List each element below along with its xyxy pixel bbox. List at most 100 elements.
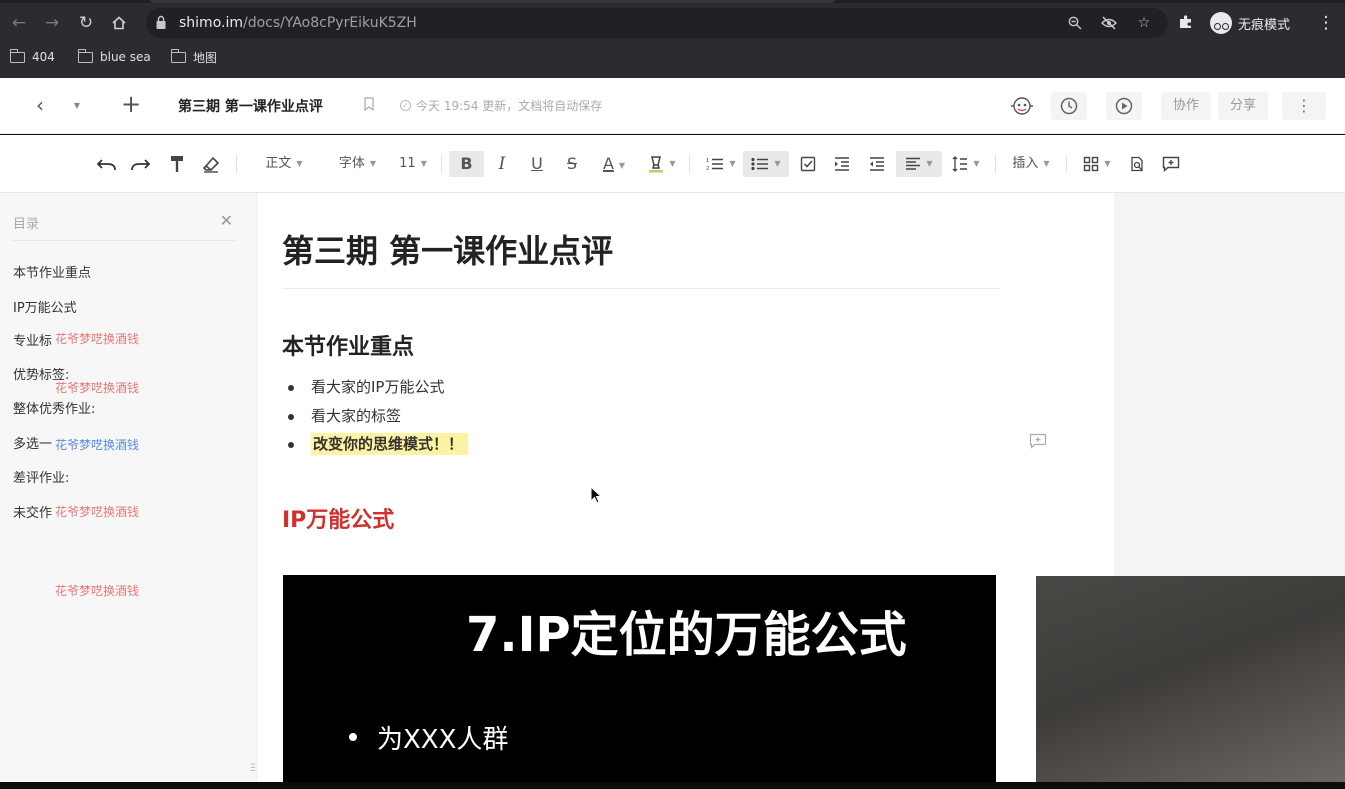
- star-icon[interactable]: ☆: [1133, 12, 1155, 34]
- history-dropdown-icon[interactable]: ▼: [70, 92, 84, 120]
- outline-title: 目录: [13, 217, 40, 232]
- bookmark-folder-map[interactable]: 地图: [170, 47, 217, 67]
- bookmark-folder-404[interactable]: 404: [9, 47, 55, 67]
- zoom-icon[interactable]: [1064, 12, 1086, 34]
- section-heading-ip-formula[interactable]: IP万能公式: [282, 502, 394, 534]
- active-tab[interactable]: [150, 0, 835, 3]
- screen-bottom-edge: [0, 782, 1345, 789]
- present-play-icon[interactable]: [1106, 92, 1142, 120]
- outline-item-professional-tag[interactable]: 专业标: [13, 330, 52, 349]
- bold-button[interactable]: B: [449, 151, 484, 177]
- bullet-list-icon: [751, 157, 769, 171]
- svg-text:1: 1: [706, 158, 709, 164]
- align-dropdown[interactable]: ▼: [896, 151, 942, 177]
- grid-icon: [1084, 156, 1099, 172]
- ordered-list-dropdown[interactable]: 1 2 ▼: [700, 151, 742, 177]
- clear-format-eraser-icon[interactable]: [199, 151, 223, 177]
- folder-icon: [9, 48, 25, 63]
- font-color-dropdown[interactable]: A ▼: [594, 151, 634, 177]
- inline-comment-icon[interactable]: [1029, 433, 1047, 449]
- outline-item-ip-formula[interactable]: IP万能公式: [13, 297, 77, 316]
- document-title[interactable]: 第三期 第一课作业点评: [282, 226, 613, 272]
- watermark-text: 花爷梦呓换酒钱: [55, 505, 140, 519]
- share-button[interactable]: 分享: [1218, 92, 1268, 120]
- ordered-list-icon: 12: [706, 158, 724, 172]
- slide-title: 7.IP定位的万能公式: [466, 607, 907, 663]
- toolbar-separator: [689, 155, 690, 173]
- webcam-video-overlay: [1036, 576, 1345, 782]
- italic-button[interactable]: I: [489, 151, 515, 177]
- history-clock-icon[interactable]: [1051, 92, 1087, 120]
- list-item[interactable]: 看大家的标签: [287, 404, 468, 433]
- outline-sidebar: 目录 ✕ 本节作业重点 IP万能公式 专业标 优势标签: 整体优秀作业: 多选一…: [0, 193, 259, 782]
- list-item-highlighted[interactable]: 改变你的思维模式！！: [287, 432, 469, 461]
- address-bar[interactable]: shimo.im/docs/YAo8cPyrEikuK5ZH ☆: [146, 8, 1168, 38]
- close-icon[interactable]: ✕: [220, 211, 233, 230]
- mouse-cursor-icon: [590, 486, 602, 504]
- highlight-color-dropdown[interactable]: ▼: [643, 151, 681, 177]
- font-family-dropdown[interactable]: 字体 ▼: [330, 151, 385, 177]
- back-chevron-icon[interactable]: ‹: [30, 92, 50, 120]
- format-toolbar: 正文 ▼ 字体 ▼ 11 ▼ B I U S A ▼ ▼ 1 2 ▼ ▼ ▼ ▼ 插入 ▼ ▼: [0, 135, 1345, 193]
- bullet-list-dropdown[interactable]: ▼: [743, 151, 789, 177]
- underline-button[interactable]: U: [524, 151, 550, 177]
- strikethrough-button[interactable]: S: [559, 151, 585, 177]
- outline-item-multiple-choice[interactable]: 多选一: [13, 433, 52, 452]
- toolbar-separator: [441, 155, 442, 173]
- incognito-indicator[interactable]: 无痕模式: [1210, 12, 1290, 34]
- browser-toolbar: ← → ↻ shimo.im/docs/YAo8cPyrEikuK5ZH ☆ 无…: [0, 6, 1345, 40]
- bookmark-icon[interactable]: [364, 97, 374, 111]
- insert-dropdown[interactable]: 插入 ▼: [1008, 151, 1054, 177]
- back-arrow-icon[interactable]: ←: [6, 10, 32, 36]
- format-painter-icon[interactable]: [165, 151, 189, 177]
- forward-arrow-icon[interactable]: →: [39, 10, 65, 36]
- outline-item-not-submitted[interactable]: 未交作: [13, 502, 52, 521]
- line-spacing-dropdown[interactable]: ▼: [948, 151, 984, 177]
- doc-title[interactable]: 第三期 第一课作业点评: [178, 96, 323, 116]
- outdent-icon[interactable]: [865, 151, 889, 177]
- undo-icon[interactable]: [95, 151, 119, 177]
- watermark-text: 花爷梦呓换酒钱: [55, 332, 140, 346]
- outline-item-excellent-homework[interactable]: 整体优秀作业:: [13, 398, 95, 417]
- incognito-label: 无痕模式: [1238, 17, 1291, 33]
- slide-bullet: 为XXX人群: [349, 719, 508, 756]
- incognito-icon: [1210, 12, 1232, 34]
- checklist-icon[interactable]: [796, 151, 820, 177]
- toolbar-separator: [236, 155, 237, 173]
- watermark-text: 花爷梦呓换酒钱: [55, 438, 140, 452]
- list-item[interactable]: 看大家的IP万能公式: [287, 375, 468, 404]
- outline-item-poor-homework[interactable]: 差评作业:: [13, 467, 69, 486]
- home-icon[interactable]: [106, 10, 132, 36]
- browser-menu-icon[interactable]: ⋮: [1316, 12, 1336, 34]
- bookmarks-bar: 404 blue sea 地图: [0, 44, 1345, 70]
- doc-header: ‹ ▼ + 第三期 第一课作业点评 ✓ 今天 19:54 更新，文档将自动保存 协…: [0, 78, 1345, 134]
- section-heading-homework-focus[interactable]: 本节作业重点: [282, 329, 414, 361]
- find-in-doc-icon[interactable]: [1125, 151, 1149, 177]
- folder-icon: [170, 48, 186, 63]
- redo-icon[interactable]: [128, 151, 152, 177]
- layout-grid-dropdown[interactable]: ▼: [1078, 151, 1116, 177]
- extensions-icon[interactable]: [1175, 11, 1197, 33]
- paragraph-style-dropdown[interactable]: 正文 ▼: [256, 151, 312, 177]
- eye-blocked-icon[interactable]: [1098, 12, 1120, 34]
- check-circle-icon: ✓: [400, 100, 411, 111]
- bookmark-folder-blue-sea[interactable]: blue sea: [77, 47, 151, 67]
- watermark-text: 花爷梦呓换酒钱: [55, 584, 140, 598]
- more-menu-icon[interactable]: ⋮: [1282, 92, 1326, 120]
- collaborate-button[interactable]: 协作: [1161, 92, 1211, 120]
- indent-icon[interactable]: [830, 151, 854, 177]
- embedded-slide-image[interactable]: 7.IP定位的万能公式 为XXX人群: [283, 575, 996, 782]
- add-comment-icon[interactable]: [1159, 151, 1183, 177]
- folder-icon: [77, 48, 93, 63]
- tab-strip: [0, 0, 1345, 3]
- align-left-icon: [906, 157, 921, 170]
- url-text: shimo.im/docs/YAo8cPyrEikuK5ZH: [179, 15, 417, 31]
- outline-item-homework-focus[interactable]: 本节作业重点: [13, 262, 91, 281]
- font-size-dropdown[interactable]: 11 ▼: [396, 151, 430, 177]
- bullet-list: 看大家的IP万能公式 看大家的标签 改变你的思维模式！！: [287, 375, 469, 461]
- toolbar-separator: [1066, 155, 1067, 173]
- mascot-icon[interactable]: [1008, 92, 1036, 120]
- new-doc-plus-icon[interactable]: +: [118, 90, 144, 120]
- reload-icon[interactable]: ↻: [73, 10, 99, 36]
- svg-text:2: 2: [706, 166, 709, 172]
